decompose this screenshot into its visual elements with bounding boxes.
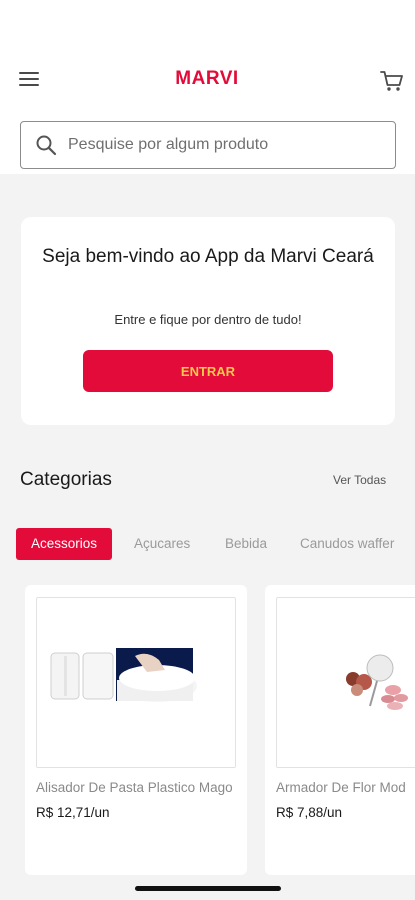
product-card[interactable]: Armador De Flor Mod R$ 7,88/un (265, 585, 415, 875)
product-price: R$ 12,71/un (36, 805, 110, 820)
product-name: Armador De Flor Mod (276, 780, 406, 795)
category-chips: Acessorios Açucares Bebida Canudos waffe… (0, 528, 415, 562)
search-icon (36, 135, 57, 156)
hamburger-menu-icon[interactable] (19, 72, 39, 88)
home-indicator[interactable] (135, 886, 281, 891)
category-chip-bebida[interactable]: Bebida (225, 528, 267, 560)
enter-button[interactable]: ENTRAR (83, 350, 333, 392)
search-bar[interactable] (20, 121, 396, 169)
see-all-link[interactable]: Ver Todas (333, 473, 386, 487)
shopping-cart-icon[interactable] (380, 70, 404, 92)
product-price: R$ 7,88/un (276, 805, 343, 820)
search-input[interactable] (68, 130, 378, 160)
top-bar: MARVI (0, 0, 415, 174)
product-name: Alisador De Pasta Plastico Mago (36, 780, 233, 795)
marvi-logo[interactable]: MARVI (159, 60, 255, 98)
welcome-card: Seja bem-vindo ao App da Marvi Ceará Ent… (21, 217, 395, 425)
product-image (276, 597, 415, 768)
category-chip-canudos-waffer[interactable]: Canudos waffer (300, 528, 394, 560)
product-card[interactable]: Alisador De Pasta Plastico Mago R$ 12,71… (25, 585, 247, 875)
product-carousel: Alisador De Pasta Plastico Mago R$ 12,71… (0, 585, 415, 877)
categories-title: Categorias (20, 469, 112, 490)
category-chip-acessorios[interactable]: Acessorios (16, 528, 113, 560)
welcome-title: Seja bem-vindo ao App da Marvi Ceará (42, 246, 374, 267)
product-image (36, 597, 236, 768)
welcome-subtitle: Entre e fique por dentro de tudo! (114, 312, 302, 327)
category-chip-acucares[interactable]: Açucares (134, 528, 190, 560)
